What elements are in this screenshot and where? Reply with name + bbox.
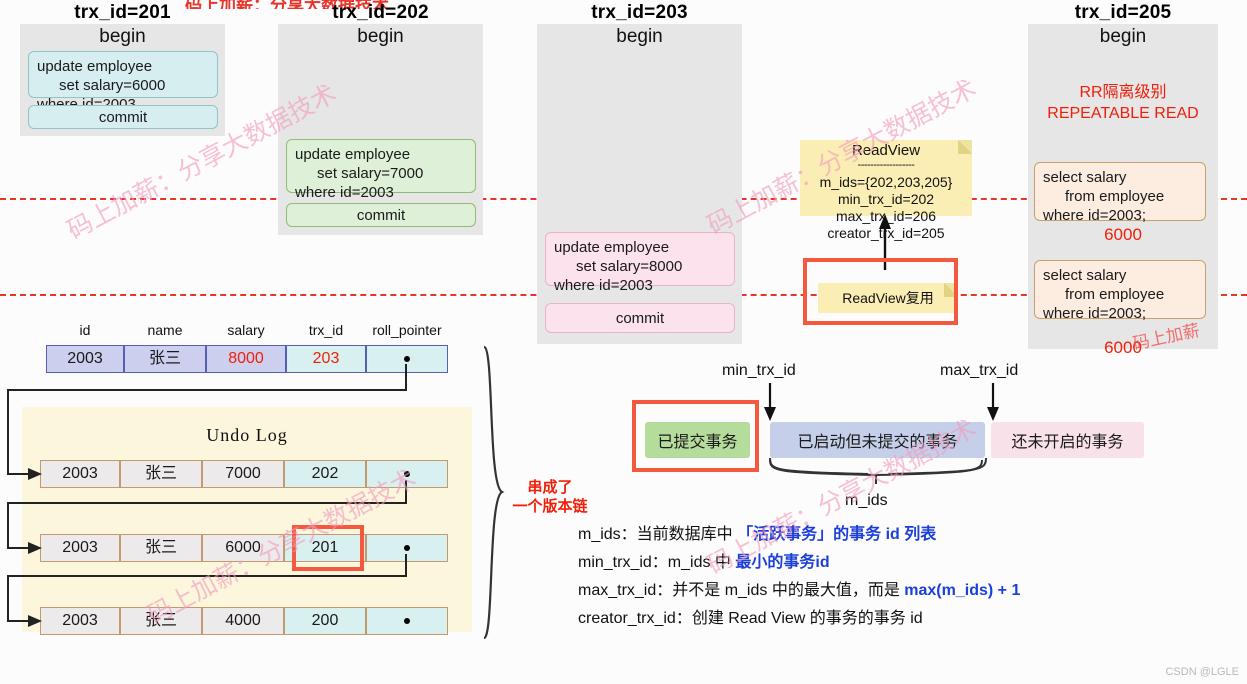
readview-reuse-highlight bbox=[803, 258, 958, 325]
trx-201-commit-statement[interactable]: commit bbox=[28, 105, 218, 129]
trx-202-commit-statement[interactable]: commit bbox=[286, 203, 476, 227]
legend-max-trxid-label: max_trx_id bbox=[940, 362, 1019, 379]
trx-205-isolation-level: RR隔离级别 REPEATABLE READ bbox=[1028, 82, 1218, 124]
isolation-level-en: REPEATABLE READ bbox=[1047, 105, 1199, 122]
trx-205-begin: begin bbox=[1099, 26, 1147, 47]
trx-203-commit-statement[interactable]: commit bbox=[545, 303, 735, 333]
trx-202-commit-label: commit bbox=[356, 206, 406, 224]
legend-min-arrow bbox=[764, 383, 776, 421]
trx-205-select2-line1: select salary bbox=[1043, 267, 1127, 284]
trx-201-update-line2: set salary=6000 bbox=[59, 77, 166, 94]
trx-205-select1-line3: where id=2003; bbox=[1043, 207, 1146, 224]
trx-205-select-statement-1[interactable]: select salary from employee where id=200… bbox=[1034, 162, 1206, 224]
table-header-id: id bbox=[79, 322, 91, 338]
trx-205-select1-line2: from employee bbox=[1065, 188, 1165, 205]
trx-202-update-line3: where id=2003 bbox=[295, 184, 394, 201]
trx-202-update-line1: update employee bbox=[295, 146, 411, 163]
legend-mids-brace bbox=[769, 458, 987, 484]
trx-205-title: trx_id=205 bbox=[1074, 2, 1172, 23]
explanation-2-plain: min_trx_id：m_ids 中 bbox=[578, 554, 736, 571]
trx-205-select1-line1: select salary bbox=[1043, 169, 1127, 186]
trx-202-begin: begin bbox=[357, 26, 404, 47]
trx-203-update-line2: set salary=8000 bbox=[576, 258, 683, 275]
explanation-3-strong: max(m_ids) + 1 bbox=[904, 582, 1021, 599]
trx-203-update-line3: where id=2003 bbox=[554, 277, 653, 294]
readview-separator: ------------------ bbox=[857, 159, 915, 171]
explanation-list: m_ids：当前数据库中 「活跃事务」的事务 id 列表 min_trx_id：… bbox=[578, 521, 1198, 633]
trx-203-update-line1: update employee bbox=[554, 239, 670, 256]
trx-205-result-1: 6000 bbox=[1104, 225, 1142, 244]
explanation-3-plain: max_trx_id：并不是 m_ids 中的最大值，而是 bbox=[578, 582, 905, 599]
trx-201-begin: begin bbox=[99, 26, 146, 47]
trx-205-select2-line3: where id=2003; bbox=[1043, 305, 1146, 322]
table-header-trxid: trx_id bbox=[308, 322, 344, 338]
legend-box-future[interactable]: 还未开启的事务 bbox=[991, 422, 1144, 458]
legend-min-trxid-label: min_trx_id bbox=[722, 362, 796, 379]
version-chain-links bbox=[7, 364, 407, 627]
explanation-4-plain: creator_trx_id：创建 Read View 的事务的事务 id bbox=[578, 610, 923, 627]
table-header-rollpointer: roll_pointer bbox=[372, 322, 442, 338]
isolation-level-cn: RR隔离级别 bbox=[1079, 84, 1167, 101]
trx-203-title: trx_id=203 bbox=[591, 2, 688, 23]
csdn-credit: CSDN @LGLE bbox=[1165, 666, 1239, 678]
trx-205-select2-line2: from employee bbox=[1065, 286, 1165, 303]
trx-201-update-statement[interactable]: update employee set salary=6000 where id… bbox=[28, 51, 218, 113]
trx-203-commit-label: commit bbox=[615, 309, 665, 327]
explanation-line-4: creator_trx_id：创建 Read View 的事务的事务 id bbox=[578, 605, 1198, 633]
explanation-2-strong: 最小的事务id bbox=[735, 554, 830, 571]
explanation-line-3: max_trx_id：并不是 m_ids 中的最大值，而是 max(m_ids)… bbox=[578, 577, 1198, 605]
version-chain-note-line1: 串成了 bbox=[527, 479, 573, 496]
explanation-line-1: m_ids：当前数据库中 「活跃事务」的事务 id 列表 bbox=[578, 521, 1198, 549]
table-header-name: name bbox=[147, 322, 183, 338]
trx-202-title: trx_id=202 bbox=[332, 2, 429, 23]
readview-field-min: min_trx_id=202 bbox=[837, 191, 935, 207]
legend-box-active-label: 已启动但未提交的事务 bbox=[797, 434, 958, 451]
trx-201-update-line1: update employee bbox=[37, 58, 153, 75]
trx-203-update-statement[interactable]: update employee set salary=8000 where id… bbox=[545, 232, 735, 294]
readview-field-mids: m_ids={202,203,205} bbox=[819, 174, 953, 190]
table-header-salary: salary bbox=[227, 322, 265, 338]
version-chain-note: 串成了 一个版本链 bbox=[500, 478, 600, 516]
trx-205-select-statement-2[interactable]: select salary from employee where id=200… bbox=[1034, 260, 1206, 322]
trx-202-update-line2: set salary=7000 bbox=[317, 165, 424, 182]
note-fold-corner bbox=[958, 140, 972, 154]
trx-203-begin: begin bbox=[616, 26, 663, 47]
explanation-line-2: min_trx_id：m_ids 中 最小的事务id bbox=[578, 549, 1198, 577]
version-chain-note-line2: 一个版本链 bbox=[512, 498, 588, 515]
trx-201-commit-label: commit bbox=[98, 108, 148, 126]
trx-205-result-2: 6000 bbox=[1104, 338, 1142, 357]
explanation-1-strong: 「活跃事务」的事务 id 列表 bbox=[737, 526, 937, 543]
legend-max-arrow bbox=[987, 383, 999, 421]
trx-203-column bbox=[537, 24, 742, 344]
legend-box-future-label: 还未开启的事务 bbox=[1011, 434, 1124, 451]
trx-201-title: trx_id=201 bbox=[74, 2, 171, 23]
legend-box-committed-highlight bbox=[632, 400, 759, 472]
readview-note: ReadView ------------------ m_ids={202,2… bbox=[800, 140, 972, 241]
trx-202-update-statement[interactable]: update employee set salary=7000 where id… bbox=[286, 139, 476, 201]
legend-mids-label: m_ids bbox=[845, 492, 888, 509]
explanation-1-plain: m_ids：当前数据库中 bbox=[578, 526, 738, 543]
legend-box-active[interactable]: 已启动但未提交的事务 bbox=[770, 422, 985, 458]
